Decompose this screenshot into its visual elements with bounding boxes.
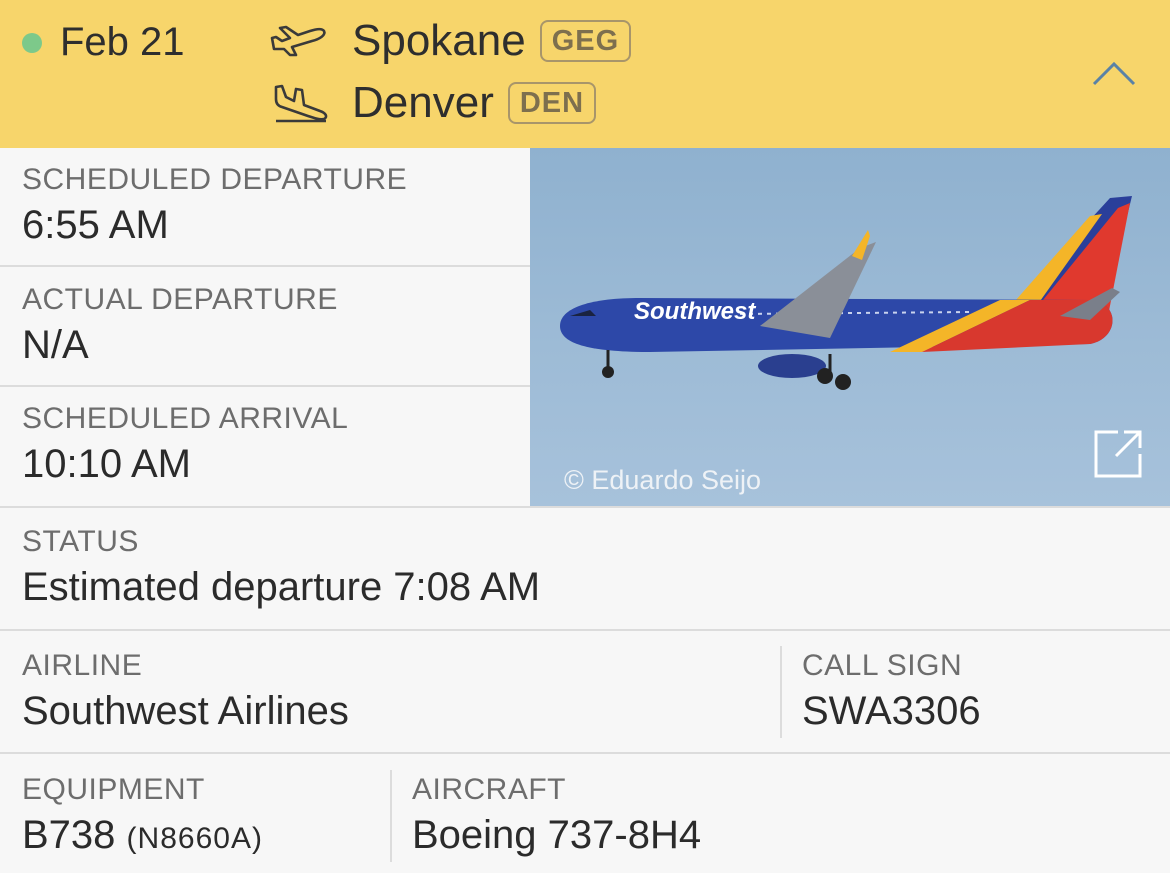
equipment-value: B738 (N8660A) — [22, 812, 263, 862]
scheduled-arrival-label: SCHEDULED ARRIVAL — [22, 402, 349, 435]
aircraft-value: Boeing 737-8H4 — [412, 813, 702, 857]
flight-header[interactable]: Feb 21 Spokane GEG Denver DEN — [0, 0, 1170, 148]
aircraft-label: AIRCRAFT — [412, 773, 566, 806]
equipment-label: EQUIPMENT — [22, 773, 205, 806]
status-dot — [22, 33, 42, 53]
scheduled-departure-value: 6:55 AM — [22, 203, 169, 247]
divider — [0, 629, 1170, 631]
chevron-up-icon[interactable] — [1088, 52, 1140, 96]
external-link-icon[interactable] — [1090, 426, 1146, 482]
divider — [390, 770, 392, 862]
actual-departure-value: N/A — [22, 323, 89, 367]
divider — [0, 506, 1170, 508]
scheduled-arrival-value: 10:10 AM — [22, 442, 192, 486]
actual-departure: ACTUAL DEPARTURE N/A — [22, 282, 338, 368]
aircraft-photo[interactable]: Southwest © Eduardo Seijo — [530, 148, 1170, 508]
divider — [780, 646, 782, 738]
divider — [0, 265, 530, 267]
status: STATUS Estimated departure 7:08 AM — [22, 524, 541, 610]
airline: AIRLINE Southwest Airlines — [22, 648, 349, 734]
divider — [0, 752, 1170, 754]
landing-icon — [274, 84, 328, 123]
divider — [0, 385, 530, 387]
airline-value: Southwest Airlines — [22, 689, 349, 733]
registration: (N8660A) — [126, 822, 263, 855]
takeoff-icon — [270, 25, 326, 57]
scheduled-arrival: SCHEDULED ARRIVAL 10:10 AM — [22, 401, 349, 487]
airplane-image — [560, 196, 1132, 390]
arrival-row: Denver DEN — [268, 77, 597, 129]
arrival-code-badge: DEN — [507, 82, 597, 124]
call-sign-value: SWA3306 — [802, 689, 981, 733]
actual-departure-label: ACTUAL DEPARTURE — [22, 283, 338, 316]
status-value: Estimated departure 7:08 AM — [22, 565, 541, 609]
scheduled-departure-label: SCHEDULED DEPARTURE — [22, 163, 408, 196]
aircraft: AIRCRAFT Boeing 737-8H4 — [412, 772, 702, 858]
departure-row: Spokane GEG — [268, 15, 632, 67]
livery-text: Southwest — [634, 298, 756, 325]
arrival-city: Denver — [352, 78, 494, 127]
departure-city: Spokane — [352, 16, 526, 65]
equipment: EQUIPMENT B738 (N8660A) — [22, 772, 263, 862]
call-sign-label: CALL SIGN — [802, 649, 963, 682]
status-label: STATUS — [22, 525, 139, 558]
flight-date: Feb 21 — [60, 20, 185, 64]
airline-label: AIRLINE — [22, 649, 143, 682]
equipment-type: B738 — [22, 813, 116, 857]
scheduled-departure: SCHEDULED DEPARTURE 6:55 AM — [22, 162, 408, 248]
departure-code-badge: GEG — [539, 20, 632, 62]
photo-credit: © Eduardo Seijo — [564, 465, 762, 495]
call-sign: CALL SIGN SWA3306 — [802, 648, 981, 734]
